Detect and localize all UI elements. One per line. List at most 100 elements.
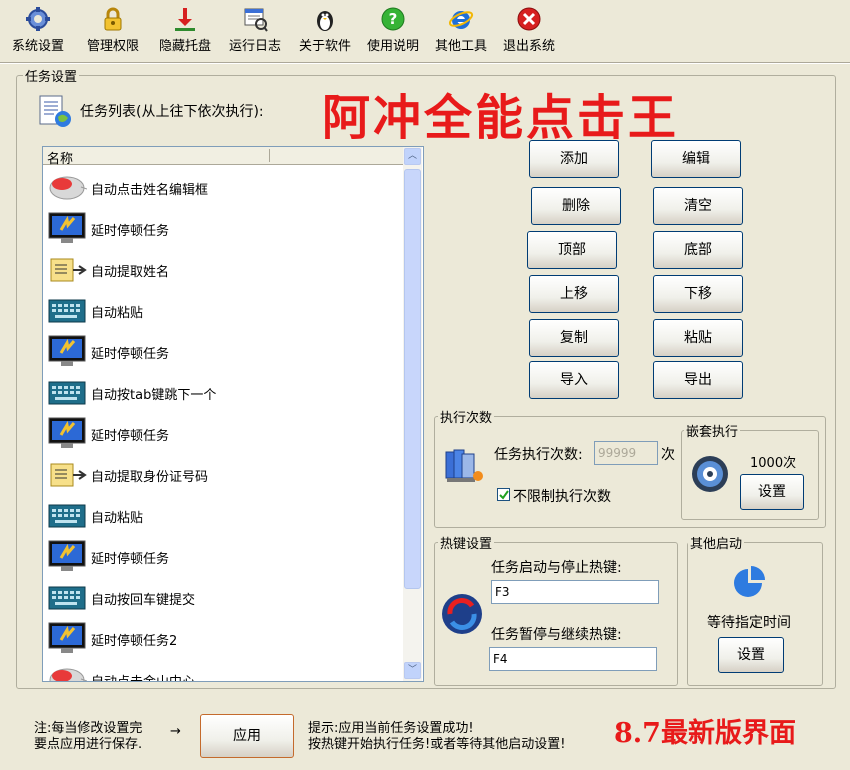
toolbar: 系统设置 管理权限 隐藏托盘 运行日志 关于软件 ? 使用说明 其他工具 退出系… <box>0 0 850 62</box>
keyboard-icon <box>47 499 87 531</box>
bottom-button[interactable]: 底部 <box>653 231 743 269</box>
import-button[interactable]: 导入 <box>529 361 619 399</box>
task-row[interactable]: 自动点击金山中心 <box>47 659 397 681</box>
delete-button[interactable]: 删除 <box>531 187 621 225</box>
task-list-icon <box>38 94 72 128</box>
task-label: 自动粘贴 <box>91 306 144 321</box>
task-label: 延时停顿任务 <box>91 224 170 239</box>
toolbar-hide-tray[interactable]: 隐藏托盘 <box>150 6 220 54</box>
toolbar-run-log[interactable]: 运行日志 <box>220 6 290 54</box>
toolbar-label: 退出系统 <box>502 39 555 54</box>
task-label: 自动提取身份证号码 <box>91 470 209 485</box>
task-row[interactable]: 延时停顿任务 <box>47 536 397 576</box>
delay-monitor-icon <box>47 335 87 367</box>
paste-button[interactable]: 粘贴 <box>653 319 743 357</box>
copy-button[interactable]: 复制 <box>529 319 619 357</box>
add-button[interactable]: 添加 <box>529 140 619 178</box>
task-list[interactable]: 名称 自动点击姓名编辑框 延时停顿任务 自动提取姓名 自动粘贴 延时停顿任务 自动按tab… <box>42 146 424 682</box>
task-label: 延时停顿任务 <box>91 552 170 567</box>
unlimited-checkbox[interactable] <box>497 488 510 501</box>
toolbar-about[interactable]: 关于软件 <box>290 6 360 54</box>
toolbar-permissions[interactable]: 管理权限 <box>78 6 148 54</box>
exec-count-icon <box>442 446 486 486</box>
toolbar-label: 系统设置 <box>11 39 64 54</box>
footer-note-line2: 要点应用进行保存. <box>34 737 143 752</box>
footer-arrow: → <box>170 724 181 739</box>
start-hotkey-label: 任务启动与停止热键: <box>491 560 622 576</box>
task-row[interactable]: 延时停顿任务 <box>47 331 397 371</box>
toolbar-label: 隐藏托盘 <box>158 39 211 54</box>
task-row[interactable]: 延时停顿任务 <box>47 208 397 248</box>
keyboard-icon <box>47 294 87 326</box>
list-scrollbar[interactable]: ︿ ﹀ <box>403 147 422 681</box>
task-row[interactable]: 自动提取身份证号码 <box>47 454 397 494</box>
task-row[interactable]: 自动粘贴 <box>47 290 397 330</box>
task-row[interactable]: 自动点击姓名编辑框 <box>47 167 397 207</box>
pause-hotkey-label: 任务暂停与继续热键: <box>491 627 622 643</box>
task-label: 自动按tab键跳下一个 <box>91 388 217 403</box>
app-banner-title: 阿冲全能点击王 <box>322 90 680 146</box>
wait-time-label: 等待指定时间 <box>707 615 791 631</box>
version-label: 8.7最新版界面 <box>614 718 796 749</box>
pause-hotkey-input[interactable]: F4 <box>489 647 657 671</box>
toolbar-label: 运行日志 <box>228 39 281 54</box>
task-settings-title: 任务设置 <box>23 66 80 85</box>
delay-monitor-icon <box>47 622 87 654</box>
disc-icon <box>690 454 730 494</box>
mouse-icon <box>47 171 88 203</box>
task-row[interactable]: 延时停顿任务 <box>47 413 397 453</box>
about-icon <box>312 6 338 32</box>
toolbar-help[interactable]: ? 使用说明 <box>358 6 428 54</box>
task-label: 自动粘贴 <box>91 511 144 526</box>
top-button[interactable]: 顶部 <box>527 231 617 269</box>
other-start-title: 其他启动 <box>688 533 745 552</box>
nested-exec-title: 嵌套执行 <box>684 421 741 440</box>
other-start-settings-button[interactable]: 设置 <box>718 637 784 673</box>
help-icon: ? <box>380 6 406 32</box>
apply-button[interactable]: 应用 <box>200 714 294 758</box>
column-separator[interactable] <box>269 149 270 162</box>
exec-count-label: 任务执行次数: <box>494 447 583 463</box>
toolbar-exit[interactable]: 退出系统 <box>494 6 564 54</box>
delay-monitor-icon <box>47 417 87 449</box>
lock-icon <box>100 6 126 32</box>
nested-settings-button[interactable]: 设置 <box>740 474 804 510</box>
toolbar-other-tools[interactable]: 其他工具 <box>426 6 496 54</box>
scroll-up-button[interactable]: ︿ <box>404 148 421 165</box>
scroll-down-button[interactable]: ﹀ <box>404 662 421 679</box>
toolbar-label: 关于软件 <box>298 39 351 54</box>
toolbar-label: 使用说明 <box>366 39 419 54</box>
pie-icon <box>730 563 770 603</box>
task-label: 延时停顿任务2 <box>91 634 178 649</box>
task-list-caption: 任务列表(从上往下依次执行): <box>80 104 264 120</box>
export-button[interactable]: 导出 <box>653 361 743 399</box>
column-header-name[interactable]: 名称 <box>47 148 73 167</box>
start-hotkey-input[interactable]: F3 <box>491 580 659 604</box>
edit-button[interactable]: 编辑 <box>651 140 741 178</box>
move-down-button[interactable]: 下移 <box>653 275 743 313</box>
clear-button[interactable]: 清空 <box>653 187 743 225</box>
delay-monitor-icon <box>47 540 87 572</box>
task-row[interactable]: 自动按回车键提交 <box>47 577 397 617</box>
task-row[interactable]: 自动提取姓名 <box>47 249 397 289</box>
exec-count-input[interactable]: 99999 <box>594 441 658 465</box>
toolbar-system-settings[interactable]: 系统设置 <box>2 6 74 54</box>
task-row[interactable]: 延时停顿任务2 <box>47 618 397 658</box>
minimize-tray-icon <box>172 6 198 32</box>
ie-icon <box>448 6 474 32</box>
move-up-button[interactable]: 上移 <box>529 275 619 313</box>
svg-text:?: ? <box>389 10 398 28</box>
task-label: 自动按回车键提交 <box>91 593 196 608</box>
footer-hint-line2: 按热键开始执行任务!或者等待其他启动设置! <box>308 737 566 752</box>
exit-icon <box>516 6 542 32</box>
unlimited-label[interactable]: 不限制执行次数 <box>513 486 611 506</box>
task-row[interactable]: 自动粘贴 <box>47 495 397 535</box>
exec-count-unit: 次 <box>661 447 675 463</box>
hotkey-title: 热键设置 <box>438 533 495 552</box>
extract-icon <box>47 253 87 285</box>
list-header[interactable]: 名称 <box>43 147 403 167</box>
task-row[interactable]: 自动按tab键跳下一个 <box>47 372 397 412</box>
scroll-thumb[interactable] <box>404 169 421 589</box>
mouse-icon <box>47 663 88 681</box>
toolbar-label: 其他工具 <box>434 39 487 54</box>
